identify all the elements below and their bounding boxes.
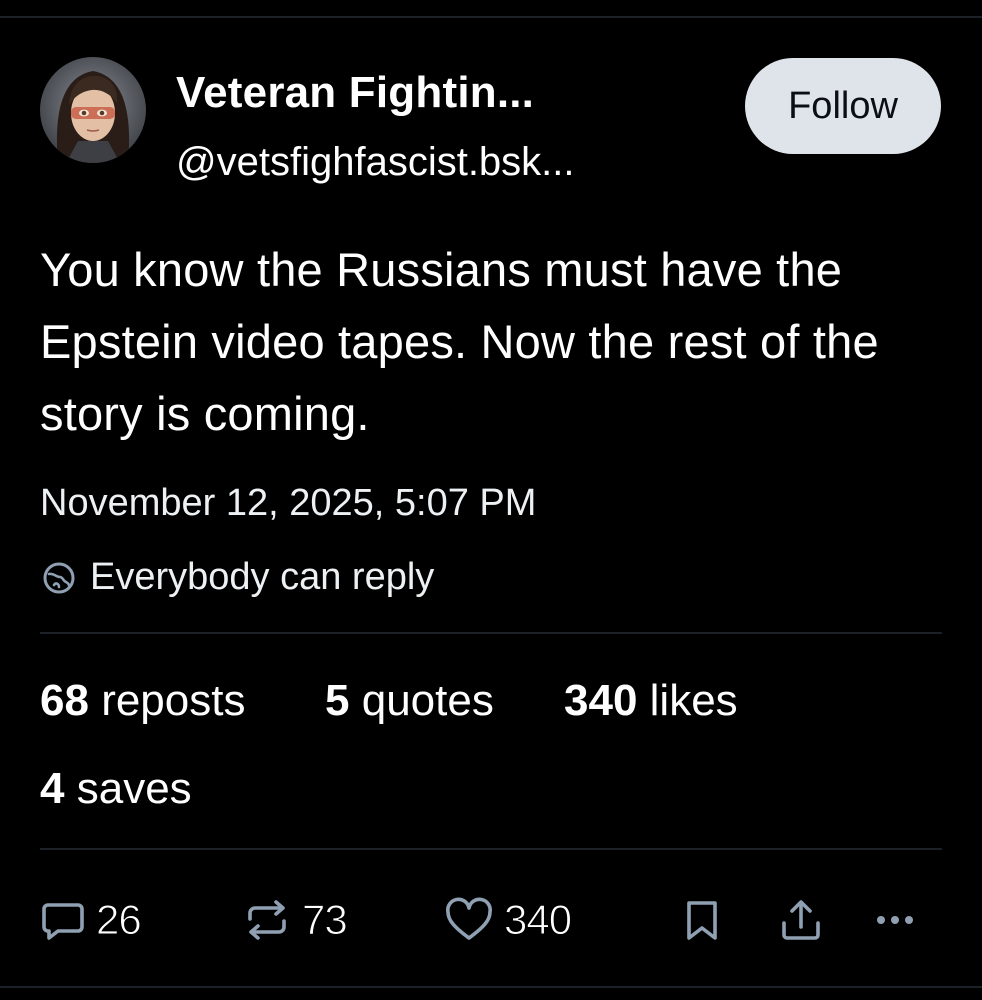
- stat-likes-label: likes: [649, 676, 738, 725]
- divider: [40, 632, 942, 634]
- speech-bubble-icon: [42, 903, 84, 940]
- stat-likes-count: 340: [564, 676, 638, 725]
- bookmark-button[interactable]: [680, 880, 724, 960]
- post-timestamp[interactable]: November 12, 2025, 5:07 PM: [40, 482, 536, 525]
- follow-button[interactable]: Follow: [745, 58, 941, 154]
- reply-setting[interactable]: Everybody can reply: [40, 556, 434, 599]
- author-display-name[interactable]: Veteran Fightin...: [176, 68, 534, 118]
- stat-quotes-count: 5: [325, 676, 350, 725]
- action-bar: 26 73 340: [0, 880, 982, 960]
- stat-saves-count: 4: [40, 764, 65, 813]
- repost-count: 73: [302, 896, 349, 944]
- repost-arrows-icon: [248, 900, 286, 940]
- top-border: [0, 16, 982, 18]
- bottom-border: [0, 986, 982, 988]
- stat-saves[interactable]: 4 saves: [40, 764, 192, 814]
- avatar-image: [40, 57, 146, 163]
- heart-icon: [446, 897, 492, 940]
- stat-reposts[interactable]: 68 reposts: [40, 676, 245, 726]
- post-text: You know the Russians must have the Epst…: [40, 243, 879, 440]
- share-icon: [782, 900, 820, 940]
- reply-setting-label: Everybody can reply: [90, 556, 435, 598]
- reply-count: 26: [96, 896, 143, 944]
- avatar[interactable]: [40, 57, 146, 163]
- globe-icon: [43, 562, 75, 593]
- more-options-button[interactable]: [872, 880, 918, 960]
- stat-likes[interactable]: 340 likes: [564, 676, 738, 726]
- author-handle[interactable]: @vetsfighfascist.bsk...: [176, 140, 575, 185]
- stat-reposts-count: 68: [40, 676, 89, 725]
- stat-quotes[interactable]: 5 quotes: [325, 676, 494, 726]
- more-dots-icon: [877, 916, 913, 924]
- share-button[interactable]: [778, 880, 824, 960]
- like-button[interactable]: 340: [444, 880, 573, 960]
- stat-quotes-label: quotes: [361, 676, 494, 725]
- stat-reposts-label: reposts: [101, 676, 246, 725]
- repost-button[interactable]: 73: [242, 880, 349, 960]
- bookmark-icon: [687, 901, 717, 940]
- reply-button[interactable]: 26: [40, 880, 143, 960]
- divider: [40, 848, 942, 850]
- like-count: 340: [503, 896, 572, 944]
- stat-saves-label: saves: [76, 764, 192, 813]
